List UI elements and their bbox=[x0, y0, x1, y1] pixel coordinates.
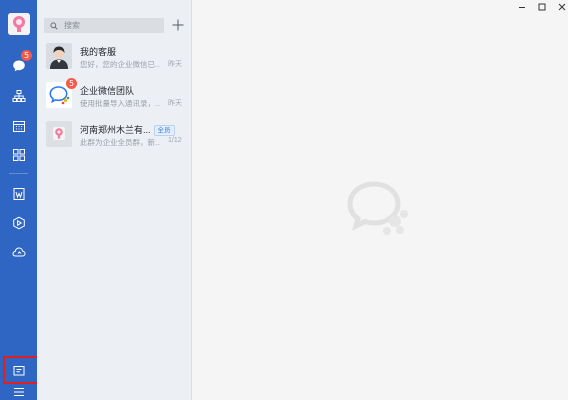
unread-badge: 5 bbox=[21, 50, 32, 61]
search-icon bbox=[50, 21, 58, 30]
plus-icon bbox=[172, 19, 184, 31]
chat-time: 昨天 bbox=[168, 100, 182, 107]
main-panel bbox=[192, 0, 568, 400]
cloud-icon bbox=[11, 247, 26, 257]
sidebar: 5 bbox=[0, 0, 41, 400]
workbench-nav[interactable] bbox=[5, 143, 32, 167]
minimize-icon bbox=[519, 7, 525, 8]
close-button[interactable] bbox=[551, 0, 568, 14]
chat-preview: 使用批量导入通讯录，... bbox=[80, 99, 160, 108]
chat-time: 昨天 bbox=[168, 61, 182, 68]
chat-logo-icon bbox=[347, 181, 408, 235]
user-avatar[interactable] bbox=[8, 13, 30, 35]
menu-nav[interactable] bbox=[5, 380, 32, 400]
app-window: 5 搜索 我的客服 您好，您的企业微信已... 昨天 5 企业微信团队 使用批量… bbox=[0, 0, 568, 400]
chat-item[interactable]: 我的客服 您好，您的企业微信已... 昨天 bbox=[37, 43, 192, 83]
chat-time: 1/12 bbox=[168, 137, 182, 144]
search-placeholder: 搜索 bbox=[64, 21, 80, 30]
contacts-nav[interactable] bbox=[5, 84, 32, 108]
chat-avatar bbox=[46, 121, 72, 147]
conversation-list: 搜索 我的客服 您好，您的企业微信已... 昨天 5 企业微信团队 使用批量导入… bbox=[37, 0, 192, 400]
play-hexagon-icon bbox=[12, 216, 25, 230]
chat-preview: 此群为企业全员群，新... bbox=[80, 138, 160, 147]
chat-bubble-icon bbox=[12, 60, 25, 72]
chat-item[interactable]: 5 企业微信团队 使用批量导入通讯录，... 昨天 bbox=[37, 78, 192, 122]
drive-nav[interactable] bbox=[5, 240, 32, 264]
sidebar-divider bbox=[9, 173, 28, 174]
minimize-button[interactable] bbox=[511, 0, 533, 14]
chat-name-text: 河南郑州木兰有... bbox=[80, 125, 151, 135]
close-icon bbox=[558, 3, 566, 11]
wecom-logo-watermark bbox=[344, 178, 416, 249]
chat-avatar bbox=[46, 43, 72, 69]
chat-unread-badge: 5 bbox=[66, 78, 77, 89]
chat-name: 河南郑州木兰有... 全员 bbox=[80, 123, 175, 136]
document-icon bbox=[13, 188, 24, 200]
apps-grid-icon bbox=[12, 149, 25, 161]
chat-item[interactable]: 河南郑州木兰有... 全员 此群为企业全员群，新... 1/12 bbox=[37, 121, 192, 161]
maximize-button[interactable] bbox=[531, 0, 553, 14]
all-staff-tag: 全员 bbox=[153, 125, 175, 136]
search-input[interactable]: 搜索 bbox=[44, 18, 164, 33]
chat-preview: 您好，您的企业微信已... bbox=[80, 60, 160, 69]
calendar-nav[interactable] bbox=[5, 114, 32, 138]
hamburger-menu-icon bbox=[13, 388, 24, 396]
add-button[interactable] bbox=[171, 18, 185, 32]
meeting-nav[interactable] bbox=[5, 211, 32, 235]
chat-name: 企业微信团队 bbox=[80, 86, 135, 96]
calendar-icon bbox=[12, 121, 25, 132]
messages-nav[interactable]: 5 bbox=[5, 50, 32, 78]
maximize-icon bbox=[538, 3, 546, 11]
org-chart-icon bbox=[12, 90, 25, 102]
docs-nav[interactable] bbox=[5, 182, 32, 206]
chat-name: 我的客服 bbox=[80, 47, 117, 57]
